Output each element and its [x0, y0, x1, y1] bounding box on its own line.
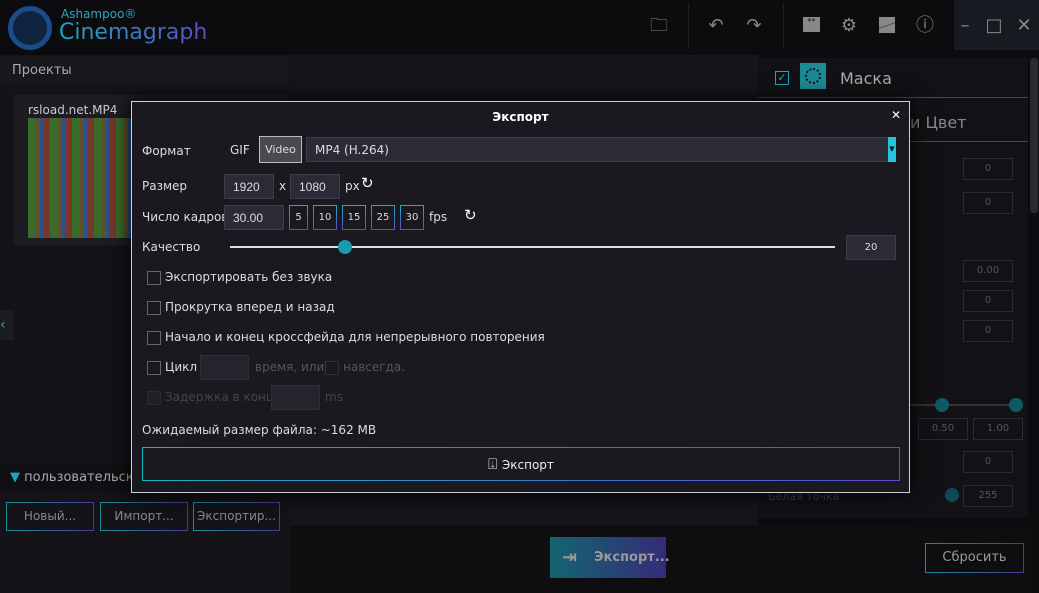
reset-size-icon[interactable]: ↻ — [361, 174, 374, 192]
folder-icon[interactable]: 🗀 — [647, 14, 671, 38]
fps-preset-15[interactable]: 15 — [342, 205, 366, 230]
main-export-button[interactable]: ⇥ Экспорт... — [550, 537, 670, 578]
loop-count-input[interactable] — [200, 355, 249, 380]
undo-icon[interactable]: ↶ — [704, 14, 728, 38]
gif-option[interactable]: GIF — [230, 143, 250, 157]
width-input[interactable] — [224, 174, 274, 199]
maximize-icon[interactable]: □ — [982, 14, 1006, 38]
fps-preset-10[interactable]: 10 — [313, 205, 337, 230]
slider-handle[interactable] — [1009, 398, 1023, 412]
divider — [910, 141, 1028, 142]
value-field[interactable]: 0 — [963, 451, 1013, 473]
format-label: Формат — [142, 144, 191, 158]
redo-icon[interactable]: ↷ — [742, 14, 766, 38]
settings-icon[interactable]: ⚙ — [837, 14, 861, 38]
project-name: rsload.net.MP4 — [28, 103, 118, 117]
forever-label: навсегда. — [343, 360, 406, 374]
mute-label: Экспортировать без звука — [165, 270, 333, 284]
levels-slider[interactable] — [910, 404, 1020, 406]
bounce-label: Прокрутка вперед и назад — [165, 300, 335, 314]
dialog-export-button[interactable]: ⍗ Экспорт — [142, 447, 900, 481]
times-label: x — [279, 179, 287, 193]
chevron-down-icon[interactable]: ▼ — [888, 137, 896, 162]
quality-value[interactable]: 20 — [846, 235, 896, 260]
mute-checkbox[interactable] — [147, 271, 161, 285]
slider-handle[interactable] — [935, 398, 949, 412]
project-thumbnail[interactable] — [28, 118, 138, 238]
divider — [783, 3, 784, 49]
export-dialog: Экспорт ✕ Формат GIF Video MP4 (H.264) ▼… — [131, 101, 910, 493]
delay-checkbox[interactable] — [147, 391, 161, 405]
import-project-button[interactable]: Импорт... — [100, 502, 188, 531]
scrollbar[interactable] — [1030, 58, 1038, 213]
loop-checkbox[interactable] — [147, 361, 161, 375]
px-label: px — [345, 179, 360, 193]
video-option[interactable]: Video — [259, 136, 302, 163]
forever-checkbox[interactable] — [325, 361, 339, 375]
mask-icon — [800, 63, 826, 89]
close-window-icon[interactable]: ✕ — [1012, 14, 1036, 38]
app-logo-icon — [8, 6, 52, 50]
dialog-title: Экспорт — [492, 110, 549, 124]
triangle-down-icon: ▼ — [10, 470, 25, 485]
codec-select[interactable]: MP4 (H.264) — [306, 137, 896, 162]
fps-preset-5[interactable]: 5 — [289, 205, 308, 230]
reset-button[interactable]: Сбросить — [925, 543, 1024, 573]
close-icon[interactable]: ✕ — [891, 108, 901, 122]
file-size-estimate: Ожидаемый размер файла: ~162 MB — [142, 423, 377, 437]
crossfade-checkbox[interactable] — [147, 331, 161, 345]
preset-label: пользовательск — [24, 470, 134, 485]
delay-unit: ms — [325, 390, 343, 404]
quality-slider-handle[interactable] — [337, 240, 352, 254]
divider — [688, 3, 689, 49]
fps-preset-30[interactable]: 30 — [400, 205, 424, 230]
loop-times-label: время, или — [255, 360, 325, 374]
mask-section — [758, 58, 1028, 98]
color-tab[interactable]: и Цвет — [910, 113, 967, 132]
loop-label: Цикл — [165, 360, 198, 374]
value-field[interactable]: 0 — [963, 192, 1013, 214]
download-icon: ⍗ — [488, 455, 502, 473]
collapse-panel-icon[interactable]: ‹ — [0, 310, 14, 340]
fps-unit: fps — [429, 210, 448, 224]
reset-fps-icon[interactable]: ↻ — [464, 206, 477, 224]
theme-icon[interactable] — [879, 17, 895, 33]
brand-name: Cinemagraph — [59, 20, 208, 45]
dialog-export-label: Экспорт — [501, 458, 554, 472]
codec-value: MP4 (H.264) — [315, 143, 389, 157]
value-field[interactable]: 0 — [963, 290, 1013, 312]
quality-label: Качество — [142, 240, 201, 254]
value-field[interactable]: 0 — [963, 320, 1013, 342]
bounce-checkbox[interactable] — [147, 301, 161, 315]
projects-header: Проекты — [0, 57, 288, 84]
delay-input[interactable] — [271, 385, 320, 410]
value-field[interactable]: 0.00 — [963, 260, 1013, 282]
value-field[interactable]: 255 — [963, 485, 1013, 507]
brand-company: Ashampoo® — [61, 7, 137, 21]
delay-label: Задержка в конце — [165, 390, 282, 404]
fps-preset-25[interactable]: 25 — [371, 205, 395, 230]
export-icon: ⇥ — [562, 547, 578, 568]
minimize-icon[interactable]: – — [953, 14, 977, 38]
value-field[interactable]: 0.50 — [918, 418, 968, 440]
fps-input[interactable] — [224, 205, 284, 230]
export-project-button[interactable]: Экспортир... — [193, 502, 280, 531]
size-label: Размер — [142, 179, 188, 193]
info-icon[interactable]: ⓘ — [913, 14, 937, 38]
new-project-button[interactable]: Новый... — [6, 502, 94, 531]
feedback-icon[interactable]: ** — [803, 17, 820, 32]
main-export-label: Экспорт... — [594, 550, 670, 565]
crossfade-label: Начало и конец кроссфейда для непрерывно… — [165, 330, 545, 344]
value-field[interactable]: 0 — [963, 158, 1013, 180]
height-input[interactable] — [290, 174, 340, 199]
fps-label: Число кадров — [142, 210, 229, 224]
slider-handle[interactable] — [945, 488, 959, 502]
mask-label: Маска — [840, 69, 892, 88]
value-field[interactable]: 1.00 — [973, 418, 1023, 440]
quality-slider[interactable] — [230, 246, 835, 248]
mask-checkbox[interactable]: ✓ — [775, 71, 789, 85]
